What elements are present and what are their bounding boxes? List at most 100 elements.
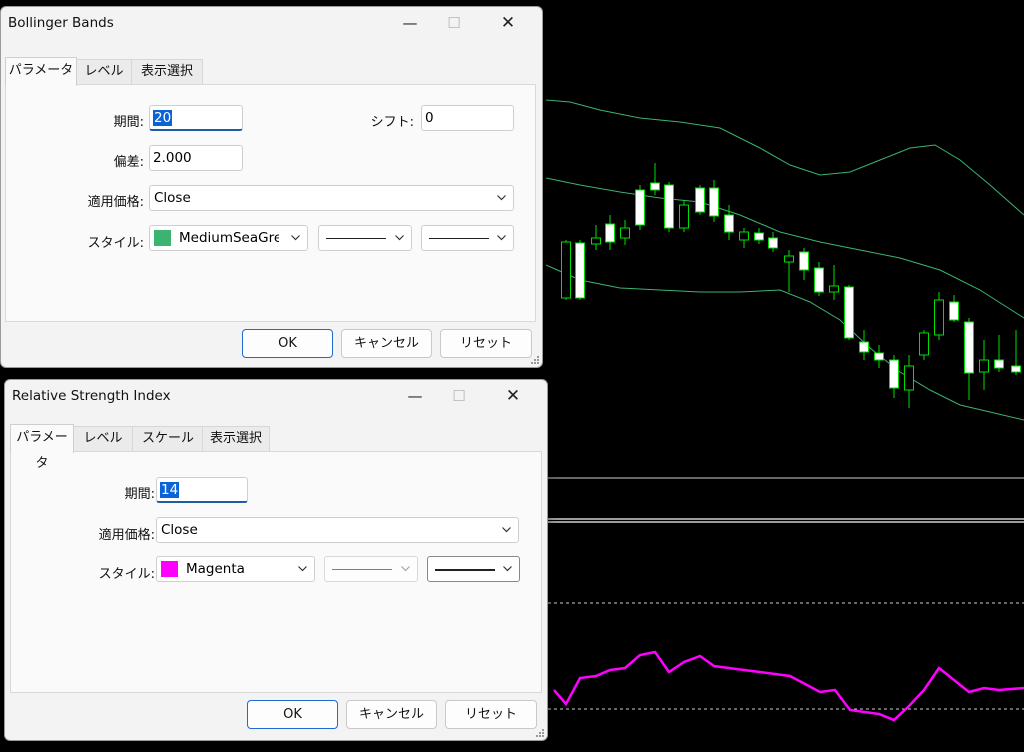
candle-body	[784, 255, 794, 263]
reset-button[interactable]: リセット	[445, 700, 537, 729]
color-name: MediumSeaGree	[179, 230, 279, 246]
shift-value: 0	[425, 110, 434, 126]
candle-body	[709, 187, 719, 217]
maximize-button[interactable]: ☐	[437, 380, 481, 412]
candle-body	[844, 286, 854, 339]
reset-button[interactable]: リセット	[440, 329, 532, 358]
candle-body	[695, 187, 705, 213]
period-input[interactable]: 20	[149, 105, 243, 131]
chevron-down-icon	[497, 235, 506, 241]
tab-levels[interactable]: レベル	[72, 426, 134, 451]
bollinger-bands-dialog: Bollinger Bands — ☐ ✕ パラメータ レベル 表示選択 期間:…	[0, 6, 543, 368]
maximize-button[interactable]: ☐	[432, 7, 476, 39]
candle-body	[799, 251, 809, 271]
chevron-down-icon	[503, 566, 512, 572]
candle-body	[829, 285, 839, 293]
parameters-panel: 期間: 20 シフト: 0 偏差: 2.000 適用価格: Close スタイル…	[5, 84, 536, 322]
tab-visualization[interactable]: 表示選択	[202, 426, 270, 451]
candle-body	[814, 267, 824, 293]
candle-body	[724, 214, 734, 233]
candle-body	[964, 321, 974, 374]
resize-grip-icon[interactable]	[529, 354, 540, 365]
close-button[interactable]: ✕	[491, 380, 535, 412]
line-width-preview	[435, 569, 495, 571]
cancel-button[interactable]: キャンセル	[341, 329, 432, 358]
applied-price-value: Close	[161, 522, 198, 538]
candle-body	[994, 359, 1004, 369]
candle-body	[919, 332, 929, 356]
dialog-title: Relative Strength Index	[12, 388, 171, 404]
candle-body	[754, 232, 764, 241]
chevron-down-icon	[298, 566, 307, 572]
line-width-select[interactable]	[421, 225, 514, 251]
period-label: 期間:	[113, 115, 144, 130]
title-bar[interactable]: Relative Strength Index — ☐ ✕	[5, 380, 547, 412]
parameters-panel: 期間: 14 適用価格: Close スタイル: Magenta	[10, 451, 542, 693]
chevron-down-icon	[497, 195, 506, 201]
period-value: 20	[153, 110, 173, 126]
tab-scale[interactable]: スケール	[132, 426, 204, 451]
period-label: 期間:	[124, 487, 155, 502]
color-name: Magenta	[186, 561, 245, 577]
style-label: スタイル:	[87, 236, 144, 251]
line-width-select[interactable]	[427, 556, 520, 582]
line-style-select[interactable]	[324, 556, 418, 582]
candle-body	[620, 227, 630, 239]
chevron-down-icon	[395, 235, 404, 241]
cancel-button[interactable]: キャンセル	[346, 700, 437, 729]
color-select[interactable]: MediumSeaGree	[149, 225, 308, 251]
candle-body	[591, 237, 601, 245]
applied-price-select[interactable]: Close	[156, 517, 519, 543]
color-select[interactable]: Magenta	[156, 556, 315, 582]
title-bar[interactable]: Bollinger Bands — ☐ ✕	[1, 7, 542, 39]
rsi-dialog: Relative Strength Index — ☐ ✕ パラメータ レベル …	[4, 379, 548, 741]
applied-price-label: 適用価格:	[98, 528, 155, 543]
line-style-preview	[332, 569, 392, 570]
applied-price-select[interactable]: Close	[149, 185, 514, 211]
candle-body	[650, 182, 660, 191]
minimize-button[interactable]: —	[388, 7, 432, 39]
minimize-button[interactable]: —	[393, 380, 437, 412]
color-swatch	[154, 230, 171, 246]
candle-body	[664, 184, 674, 229]
color-swatch	[161, 561, 178, 577]
candle-body	[949, 301, 959, 321]
chevron-down-icon	[502, 527, 511, 533]
dialog-title: Bollinger Bands	[8, 15, 114, 31]
period-input[interactable]: 14	[156, 477, 248, 503]
resize-grip-icon[interactable]	[534, 727, 545, 738]
band-line-2	[545, 264, 1024, 421]
applied-price-value: Close	[154, 190, 191, 206]
tab-parameters[interactable]: パラメータ	[10, 424, 74, 471]
ok-button[interactable]: OK	[242, 329, 333, 358]
candle-body	[679, 204, 689, 229]
line-style-select[interactable]	[318, 225, 412, 251]
candle-body	[561, 241, 571, 299]
tab-visualization[interactable]: 表示選択	[131, 59, 203, 84]
candle-body	[934, 299, 944, 336]
band-line-0	[545, 99, 1024, 216]
candle-body	[605, 223, 615, 243]
candle-body	[635, 189, 645, 226]
close-button[interactable]: ✕	[486, 7, 530, 39]
line-style-preview	[326, 238, 386, 239]
chevron-down-icon	[291, 235, 300, 241]
candlesticks	[561, 163, 1021, 408]
shift-label: シフト:	[370, 115, 414, 130]
candle-body	[904, 365, 914, 391]
chevron-down-icon	[401, 566, 410, 572]
band-line-1	[545, 177, 1024, 319]
candle-body	[575, 242, 585, 299]
period-value: 14	[160, 482, 180, 498]
candle-body	[859, 341, 869, 353]
deviation-value: 2.000	[153, 150, 192, 166]
candle-body	[874, 352, 884, 361]
tab-parameters[interactable]: パラメータ	[5, 57, 77, 86]
tab-levels[interactable]: レベル	[75, 59, 133, 84]
line-width-preview	[429, 238, 489, 239]
deviation-input[interactable]: 2.000	[149, 145, 243, 171]
style-label: スタイル:	[98, 567, 155, 582]
rsi-line	[553, 650, 1024, 722]
ok-button[interactable]: OK	[247, 700, 338, 729]
shift-input[interactable]: 0	[421, 105, 514, 131]
